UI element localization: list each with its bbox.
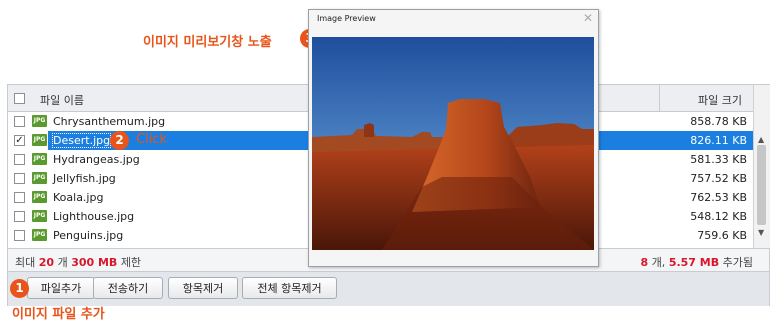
row-checkbox[interactable]: [14, 116, 25, 127]
row-checkbox[interactable]: [14, 230, 25, 241]
file-name: Chrysanthemum.jpg: [53, 115, 166, 128]
remove-all-button[interactable]: 전체 항목제거: [242, 277, 337, 299]
file-name: Jellyfish.jpg: [53, 172, 116, 185]
file-name: Lighthouse.jpg: [53, 210, 135, 223]
file-size: 759.6 KB: [697, 229, 747, 242]
jpg-file-icon: JPG: [32, 172, 47, 184]
step-1-label: 이미지 파일 추가: [12, 307, 105, 322]
row-checkbox[interactable]: [14, 192, 25, 203]
file-size: 548.12 KB: [690, 210, 747, 223]
jpg-file-icon: JPG: [32, 229, 47, 241]
limit-prefix: 최대: [15, 256, 36, 269]
scroll-up-arrow-icon[interactable]: ▲: [758, 135, 764, 144]
max-file-count: 20: [38, 256, 55, 269]
row-checkbox[interactable]: [14, 154, 25, 165]
file-size: 581.33 KB: [690, 153, 747, 166]
select-all-checkbox[interactable]: [14, 93, 25, 104]
file-size: 762.53 KB: [690, 191, 747, 204]
remove-item-button[interactable]: 항목제거: [168, 277, 238, 299]
step-3-label: 이미지 미리보기창 노출: [143, 35, 272, 50]
max-total-size: 300 MB: [71, 256, 118, 269]
upload-limit-text: 최대 20 개 300 MB 제한: [15, 254, 141, 270]
jpg-file-icon: JPG: [32, 134, 47, 146]
added-summary-text: 8 개, 5.57 MB 추가됨: [641, 254, 753, 270]
file-name: Desert.jpg: [51, 133, 112, 148]
column-header-size[interactable]: 파일 크기: [698, 92, 742, 108]
jpg-file-icon: JPG: [32, 191, 47, 203]
limit-suffix: 제한: [120, 256, 142, 269]
send-button[interactable]: 전송하기: [93, 277, 163, 299]
add-file-button[interactable]: 파일추가: [27, 277, 95, 299]
added-unit: 개,: [651, 256, 666, 269]
row-checkbox[interactable]: [14, 211, 25, 222]
jpg-file-icon: JPG: [32, 115, 47, 127]
preview-title: Image Preview: [317, 14, 376, 23]
file-size: 757.52 KB: [690, 172, 747, 185]
file-name: Hydrangeas.jpg: [53, 153, 140, 166]
jpg-file-icon: JPG: [32, 153, 47, 165]
file-name: Koala.jpg: [53, 191, 104, 204]
action-button-bar: 파일추가 전송하기 항목제거 전체 항목제거: [8, 271, 769, 306]
column-header-name[interactable]: 파일 이름: [40, 92, 84, 108]
row-checkbox[interactable]: [14, 173, 25, 184]
row-checkbox-checked[interactable]: ✓: [14, 135, 25, 146]
step-2-badge: 2: [110, 131, 129, 150]
close-icon[interactable]: ✕: [583, 11, 593, 25]
file-size: 826.11 KB: [690, 134, 747, 147]
file-size: 858.78 KB: [690, 115, 747, 128]
added-total-size: 5.57 MB: [668, 256, 720, 269]
step-1-badge: 1: [10, 279, 29, 298]
count-unit: 개: [57, 256, 68, 269]
scroll-down-arrow-icon[interactable]: ▼: [758, 228, 764, 237]
scrollbar-thumb[interactable]: [757, 145, 766, 225]
vertical-scrollbar[interactable]: ▲ ▼: [753, 85, 770, 248]
added-suffix: 추가됨: [722, 256, 753, 269]
jpg-file-icon: JPG: [32, 210, 47, 222]
step-2-label: Click: [136, 132, 167, 147]
file-name: Penguins.jpg: [53, 229, 124, 242]
desert-preview-image: [312, 37, 594, 250]
column-divider: [659, 85, 660, 111]
added-file-count: 8: [640, 256, 649, 269]
image-preview-window: Image Preview ✕: [308, 9, 599, 267]
